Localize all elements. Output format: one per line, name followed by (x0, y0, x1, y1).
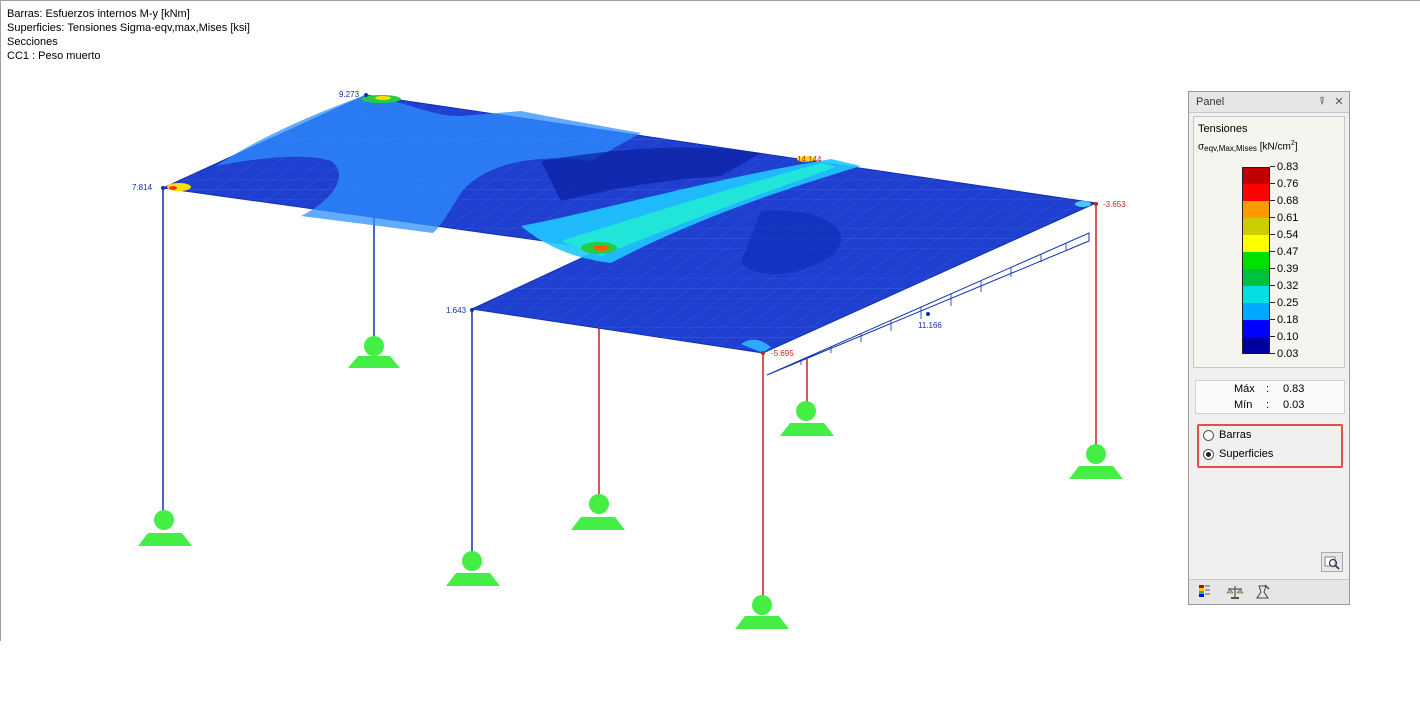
min-label: Mín (1234, 399, 1253, 411)
balance-icon[interactable] (1225, 583, 1245, 601)
legend-swatch (1242, 286, 1270, 303)
min-value: 0.03 (1283, 399, 1305, 411)
legend-tick (1270, 285, 1275, 286)
legend-swatch (1242, 167, 1270, 184)
legend-swatch (1242, 337, 1270, 354)
node (364, 93, 368, 97)
legend-tick (1270, 319, 1275, 320)
support-mid-front (446, 551, 500, 586)
value-label-back-node: 9.273 (339, 90, 360, 99)
legend-swatch (1242, 184, 1270, 201)
legend-swatch (1242, 320, 1270, 337)
structure-3d-view[interactable]: 9.273 7.814 1.643 -3.653 -5.695 11.166 1… (1, 1, 1181, 642)
support-left-front (138, 510, 192, 546)
quantity-label: σeqv,Max,Mises [kN/cm2] (1198, 140, 1298, 154)
value-label-right-node: -3.653 (1103, 200, 1126, 209)
legend-tick (1270, 251, 1275, 252)
legend-swatch (1242, 303, 1270, 320)
pin-icon[interactable]: ⍒ (1315, 95, 1329, 109)
value-label-ridge: 14.144 (797, 155, 822, 164)
legend-swatch (1242, 269, 1270, 286)
legend-tick (1270, 234, 1275, 235)
legend-swatch (1242, 235, 1270, 252)
radio-surfaces-circle[interactable] (1203, 449, 1214, 460)
quantity-unit: [kN/cm (1259, 141, 1291, 153)
legend-value: 0.76 (1277, 178, 1299, 190)
radio-bars-label[interactable]: Barras (1219, 429, 1251, 441)
legend-tick (1270, 268, 1275, 269)
legend-tick (1270, 353, 1275, 354)
stress-hotspot-center-core (593, 245, 609, 251)
legend-value: 0.25 (1277, 297, 1299, 309)
support-right-inner (780, 401, 834, 436)
node (761, 351, 765, 355)
support-right-back (1069, 444, 1123, 479)
min-max-box: Máx : 0.83 Mín : 0.03 (1195, 380, 1345, 414)
color-scale-icon[interactable] (1195, 583, 1215, 601)
display-mode-group: Barras Superficies (1197, 424, 1343, 468)
legend-swatch (1242, 218, 1270, 235)
panel-title: Panel (1196, 96, 1225, 108)
support-right-front (735, 595, 789, 629)
legend-value: 0.03 (1277, 348, 1299, 360)
magnifier-icon (1324, 556, 1340, 570)
quantity-unit-close: ] (1294, 141, 1298, 153)
support-left-back (348, 336, 400, 368)
legend-swatch (1242, 201, 1270, 218)
max-separator: : (1266, 383, 1270, 395)
legend-value: 0.39 (1277, 263, 1299, 275)
support-mid-inner (571, 494, 625, 530)
legend-box: Tensiones σeqv,Max,Mises [kN/cm2] 0.83 0.… (1193, 116, 1345, 368)
legend-tick (1270, 336, 1275, 337)
node (161, 186, 165, 190)
node (470, 308, 474, 312)
legend-value: 0.10 (1277, 331, 1299, 343)
legend-value: 0.54 (1277, 229, 1299, 241)
radio-selected-dot (1206, 452, 1211, 457)
panel-toolbar (1189, 579, 1349, 604)
value-label-mid-node: 1.643 (446, 306, 467, 315)
value-label-left-node: 7.814 (132, 183, 153, 192)
radio-bars-circle[interactable] (1203, 430, 1214, 441)
legend-tick (1270, 166, 1275, 167)
stress-hotspot-left-core (169, 186, 177, 190)
max-label: Máx (1234, 383, 1255, 395)
model-viewport[interactable]: Barras: Esfuerzos internos M-y [kNm] Sup… (0, 0, 1420, 641)
legend-swatch (1242, 252, 1270, 269)
panel-titlebar: Panel ⍒ ✕ (1189, 92, 1349, 113)
legend-tick (1270, 217, 1275, 218)
quantity-subscript: eqv,Max,Mises (1204, 144, 1257, 154)
legend-value: 0.68 (1277, 195, 1299, 207)
min-separator: : (1266, 399, 1270, 411)
legend-tick (1270, 183, 1275, 184)
radio-surfaces-label[interactable]: Superficies (1219, 448, 1273, 460)
stress-hotspot-right (1075, 201, 1091, 207)
panel-heading: Tensiones (1198, 123, 1248, 135)
legend-value: 0.18 (1277, 314, 1299, 326)
stress-hotspot-back-core (375, 96, 391, 100)
results-panel: Panel ⍒ ✕ Tensiones σeqv,Max,Mises [kN/c… (1188, 91, 1350, 605)
filter-icon[interactable] (1253, 583, 1273, 601)
node (1094, 202, 1098, 206)
legend-tick (1270, 200, 1275, 201)
legend-tick (1270, 302, 1275, 303)
moment-max-node (926, 312, 930, 316)
legend-value: 0.83 (1277, 161, 1299, 173)
legend-value: 0.32 (1277, 280, 1299, 292)
zoom-button[interactable] (1321, 552, 1343, 572)
close-icon[interactable]: ✕ (1332, 95, 1346, 109)
legend-value: 0.61 (1277, 212, 1299, 224)
value-label-beam-moment: 11.166 (918, 321, 942, 330)
value-label-front-node: -5.695 (771, 349, 794, 358)
max-value: 0.83 (1283, 383, 1305, 395)
legend-value: 0.47 (1277, 246, 1299, 258)
